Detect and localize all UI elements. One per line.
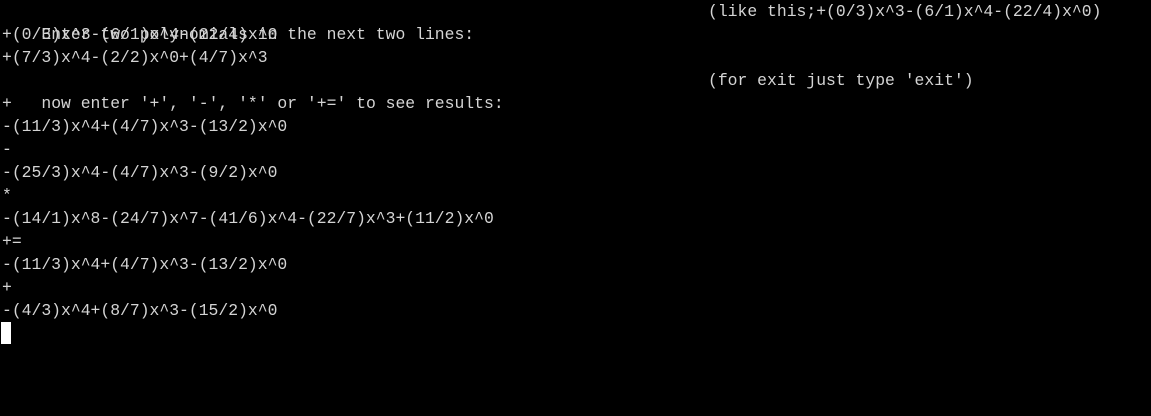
operator-input: - (2, 140, 12, 159)
exit-hint: (for exit just type 'exit') (708, 71, 974, 90)
example-hint: (like this;+(0/3)x^3-(6/1)x^4-(22/4)x^0) (708, 2, 1102, 21)
prompt-operations: now enter '+', '-', '*' or '+=' to see r… (2, 69, 973, 113)
text-cursor[interactable] (1, 322, 11, 344)
input-polynomial-1: +(0/3)x^3-(6/1)x^4-(22/4)x^0 (2, 25, 278, 44)
input-polynomial-2: +(7/3)x^4-(2/2)x^0+(4/7)x^3 (2, 48, 268, 67)
result-line: -(14/1)x^8-(24/7)x^7-(41/6)x^4-(22/7)x^3… (2, 209, 494, 228)
operator-input: + (2, 278, 12, 297)
result-line: -(11/3)x^4+(4/7)x^3-(13/2)x^0 (2, 117, 288, 136)
operator-input: * (2, 186, 12, 205)
operator-input: += (2, 232, 22, 251)
operator-input: + (2, 94, 12, 113)
prompt-text: now enter '+', '-', '*' or '+=' to see r… (41, 94, 504, 113)
result-line: -(25/3)x^4-(4/7)x^3-(9/2)x^0 (2, 163, 278, 182)
prompt-enter-polynomials: Enter two polynomials in the next two li… (2, 0, 1101, 44)
result-line: -(11/3)x^4+(4/7)x^3-(13/2)x^0 (2, 255, 288, 274)
result-line: -(4/3)x^4+(8/7)x^3-(15/2)x^0 (2, 301, 278, 320)
terminal-window[interactable]: Enter two polynomials in the next two li… (0, 0, 1151, 416)
